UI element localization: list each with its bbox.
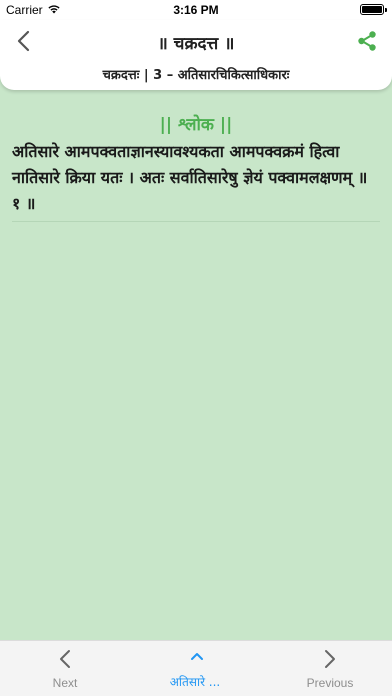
shloka-heading: || श्लोक || (159, 115, 233, 135)
share-icon (358, 31, 376, 51)
chevron-up-icon (191, 653, 203, 660)
back-button[interactable] (10, 28, 36, 54)
previous-label: Previous (306, 676, 354, 690)
battery-icon (360, 4, 387, 15)
status-bar: Carrier 3:16 PM (0, 0, 392, 20)
chapter-menu-label: अतिसारे ... (169, 675, 221, 689)
bottom-nav-bar: Next अतिसारे ... Previous (0, 640, 392, 696)
chevron-right-icon (325, 650, 335, 668)
breadcrumb: चक्रदत्तः | 3 – अतिसारचिकित्साधिकारः (102, 68, 290, 83)
next-label: Next (52, 676, 78, 690)
previous-button[interactable]: Previous (302, 649, 358, 690)
next-button[interactable]: Next (40, 649, 90, 690)
chevron-left-icon (60, 650, 70, 668)
header: ॥ चक्रदत्त ॥ चक्रदत्तः | 3 – अतिसारचिकित… (0, 20, 392, 90)
verse-text: अतिसारे आमपक्वताज्ञानस्यावश्यकता आमपक्वक… (12, 139, 380, 222)
chevron-left-icon (17, 30, 30, 52)
status-time: 3:16 PM (173, 3, 219, 17)
page-title: ॥ चक्रदत्त ॥ (157, 34, 235, 54)
share-button[interactable] (356, 30, 380, 54)
main-content: || श्लोक || अतिसारे आमपक्वताज्ञानस्यावश्… (12, 112, 380, 222)
